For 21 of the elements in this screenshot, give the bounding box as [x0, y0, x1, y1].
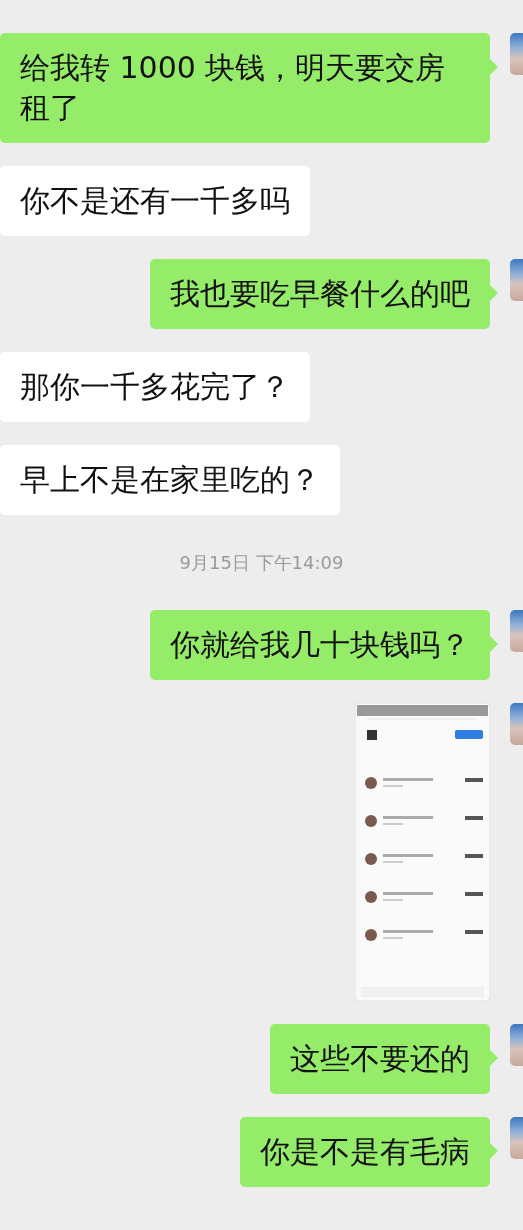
bubble-tail: [490, 59, 498, 75]
message-bubble[interactable]: 我也要吃早餐什么的吧: [150, 259, 490, 329]
message-bubble[interactable]: 这些不要还的: [270, 1024, 490, 1094]
message-bubble[interactable]: 给我转 1000 块钱，明天要交房租了: [0, 33, 490, 143]
message-bubble[interactable]: 那你一千多花完了？: [0, 352, 310, 422]
avatar[interactable]: [510, 610, 523, 652]
avatar[interactable]: [510, 259, 523, 301]
screenshot-thumbnail[interactable]: [355, 703, 490, 1001]
timestamp: 9月15日 下午14:09: [178, 551, 345, 575]
message-bubble[interactable]: 你就给我几十块钱吗？: [150, 610, 490, 680]
message-bubble[interactable]: 你是不是有毛病: [240, 1117, 490, 1187]
message-bubble[interactable]: 你不是还有一千多吗: [0, 166, 310, 236]
bubble-tail: [490, 1050, 498, 1066]
message-bubble[interactable]: 早上不是在家里吃的？: [0, 445, 340, 515]
bubble-tail: [490, 636, 498, 652]
avatar[interactable]: [510, 1117, 523, 1159]
avatar[interactable]: [510, 1024, 523, 1066]
bubble-tail: [490, 1143, 498, 1159]
bubble-tail: [490, 285, 498, 301]
avatar[interactable]: [510, 33, 523, 75]
avatar[interactable]: [510, 703, 523, 745]
